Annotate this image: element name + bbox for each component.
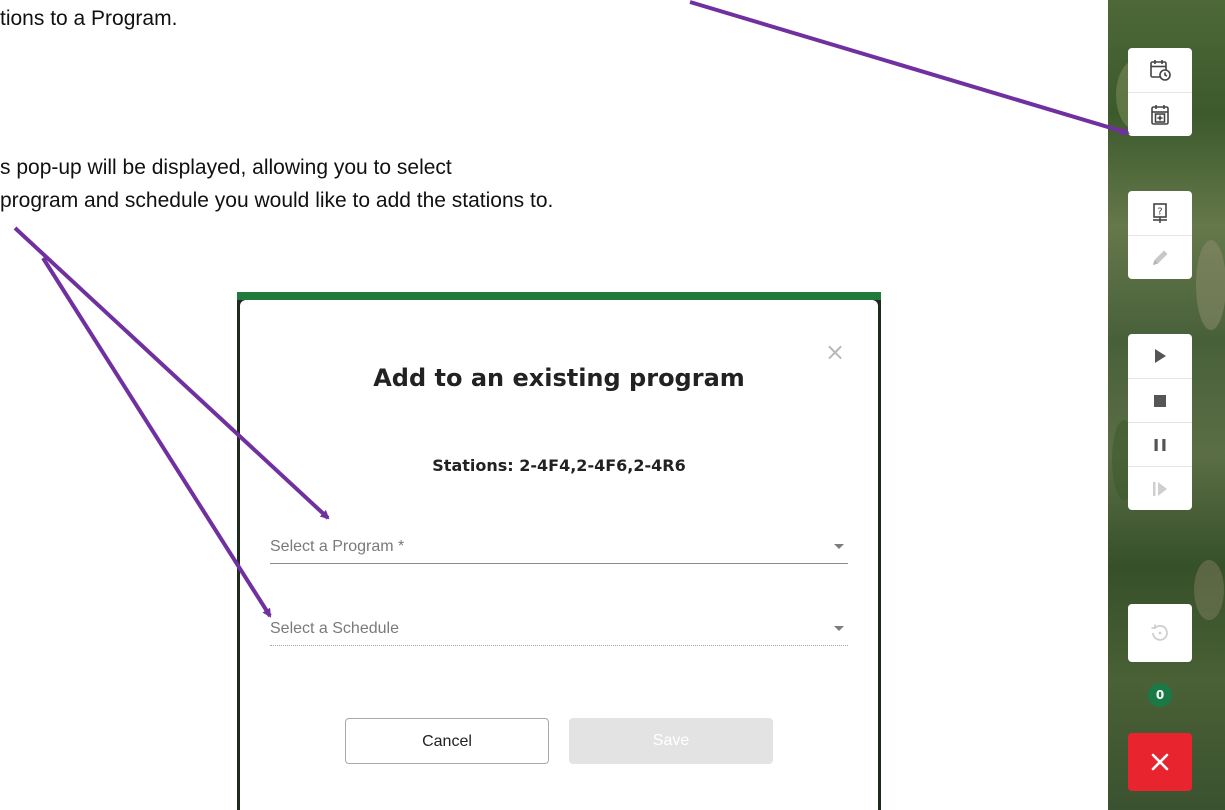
- pause-icon: [1154, 438, 1166, 451]
- schedule-select[interactable]: Select a Schedule: [270, 614, 848, 646]
- edit-button[interactable]: [1128, 235, 1192, 279]
- toolbar-group-edit: ?: [1128, 191, 1192, 279]
- add-to-program-button[interactable]: [1128, 92, 1192, 136]
- chevron-down-icon: [834, 626, 844, 631]
- step-forward-icon: [1153, 481, 1167, 496]
- count-badge: 0: [1148, 683, 1172, 707]
- instruction-line-2: s pop-up will be displayed, allowing you…: [0, 156, 452, 179]
- stop-button[interactable]: [1128, 378, 1192, 422]
- history-icon: [1151, 624, 1168, 641]
- calendar-clock-icon: [1150, 60, 1171, 81]
- history-button[interactable]: [1128, 604, 1192, 662]
- close-icon[interactable]: ×: [825, 340, 845, 364]
- instruction-line-1: tions to a Program.: [0, 7, 178, 30]
- save-button[interactable]: Save: [569, 718, 773, 764]
- instruction-line-3: program and schedule you would like to a…: [0, 189, 554, 212]
- stop-icon: [1154, 394, 1166, 407]
- cancel-button[interactable]: Cancel: [345, 718, 549, 764]
- play-button[interactable]: [1128, 334, 1192, 378]
- close-button[interactable]: [1128, 733, 1192, 791]
- chevron-down-icon: [834, 544, 844, 549]
- add-to-program-dialog: × Add to an existing program Stations: 2…: [240, 300, 878, 810]
- svg-text:?: ?: [1157, 207, 1162, 218]
- dialog-accent-bar: [237, 292, 881, 300]
- toolbar-group-playback: [1128, 334, 1192, 510]
- annotation-arrow-schedule: [41, 256, 272, 618]
- pencil-icon: [1153, 250, 1168, 265]
- program-select[interactable]: Select a Program *: [270, 532, 848, 564]
- schedule-select-placeholder: Select a Schedule: [270, 620, 399, 637]
- program-select-placeholder: Select a Program *: [270, 538, 405, 555]
- play-icon: [1155, 349, 1166, 363]
- pause-button[interactable]: [1128, 422, 1192, 466]
- step-forward-button[interactable]: [1128, 466, 1192, 510]
- close-icon: [1151, 753, 1169, 771]
- calendar-add-icon: [1151, 104, 1169, 125]
- stations-label: Stations: 2-4F4,2-4F6,2-4R6: [432, 456, 686, 475]
- annotation-arrow-toolbar: [689, 0, 1130, 136]
- calendar-clock-button[interactable]: [1128, 48, 1192, 92]
- toolbar-group-history: [1128, 604, 1192, 662]
- dialog-title: Add to an existing program: [373, 364, 745, 392]
- help-monitor-icon: ?: [1153, 203, 1167, 223]
- toolbar-group-schedule: [1128, 48, 1192, 136]
- help-monitor-button[interactable]: ?: [1128, 191, 1192, 235]
